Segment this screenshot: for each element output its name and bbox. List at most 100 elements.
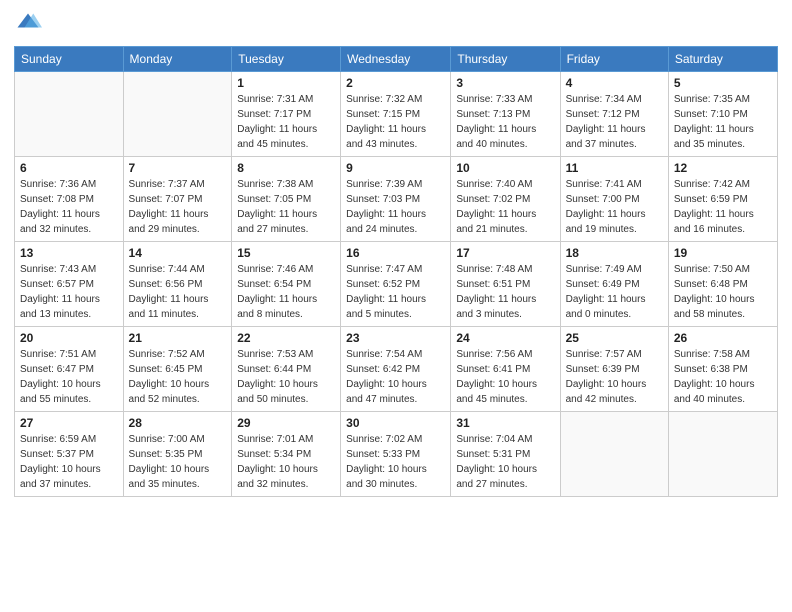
day-detail: Sunrise: 7:51 AMSunset: 6:47 PMDaylight:… bbox=[20, 347, 118, 407]
day-detail: Sunrise: 7:46 AMSunset: 6:54 PMDaylight:… bbox=[237, 262, 335, 322]
daylight-text: Daylight: 10 hours and 37 minutes. bbox=[20, 464, 101, 490]
sunset-text: Sunset: 7:10 PM bbox=[674, 109, 748, 120]
sunrise-text: Sunrise: 7:49 AM bbox=[566, 264, 642, 275]
day-detail: Sunrise: 7:35 AMSunset: 7:10 PMDaylight:… bbox=[674, 92, 772, 152]
calendar-cell: 12 Sunrise: 7:42 AMSunset: 6:59 PMDayligh… bbox=[668, 157, 777, 242]
sunrise-text: Sunrise: 7:48 AM bbox=[456, 264, 532, 275]
day-number: 12 bbox=[674, 161, 772, 175]
daylight-text: Daylight: 11 hours and 37 minutes. bbox=[566, 124, 646, 150]
day-detail: Sunrise: 7:41 AMSunset: 7:00 PMDaylight:… bbox=[566, 177, 663, 237]
calendar-page: SundayMondayTuesdayWednesdayThursdayFrid… bbox=[0, 0, 792, 612]
weekday-header-thursday: Thursday bbox=[451, 47, 560, 72]
calendar-cell: 10Sunrise: 7:40 AMSunset: 7:02 PMDayligh… bbox=[451, 157, 560, 242]
sunrise-text: Sunrise: 7:34 AM bbox=[566, 94, 642, 105]
day-detail: Sunrise: 7:42 AMSunset: 6:59 PMDaylight:… bbox=[674, 177, 772, 237]
sunrise-text: Sunrise: 7:00 AM bbox=[129, 434, 205, 445]
sunrise-text: Sunrise: 7:56 AM bbox=[456, 349, 532, 360]
daylight-text: Daylight: 11 hours and 29 minutes. bbox=[129, 209, 209, 235]
daylight-text: Daylight: 10 hours and 40 minutes. bbox=[674, 379, 755, 405]
day-detail: Sunrise: 7:40 AMSunset: 7:02 PMDaylight:… bbox=[456, 177, 554, 237]
sunset-text: Sunset: 7:07 PM bbox=[129, 194, 203, 205]
sunrise-text: Sunrise: 7:51 AM bbox=[20, 349, 96, 360]
sunrise-text: Sunrise: 7:38 AM bbox=[237, 179, 313, 190]
calendar-cell: 29Sunrise: 7:01 AMSunset: 5:34 PMDayligh… bbox=[232, 412, 341, 497]
weekday-header-tuesday: Tuesday bbox=[232, 47, 341, 72]
sunset-text: Sunset: 7:12 PM bbox=[566, 109, 640, 120]
calendar-cell: 18Sunrise: 7:49 AMSunset: 6:49 PMDayligh… bbox=[560, 242, 668, 327]
sunset-text: Sunset: 5:33 PM bbox=[346, 449, 420, 460]
sunrise-text: Sunrise: 7:58 AM bbox=[674, 349, 750, 360]
daylight-text: Daylight: 10 hours and 50 minutes. bbox=[237, 379, 318, 405]
sunset-text: Sunset: 6:56 PM bbox=[129, 279, 203, 290]
sunset-text: Sunset: 6:42 PM bbox=[346, 364, 420, 375]
day-detail: Sunrise: 7:54 AMSunset: 6:42 PMDaylight:… bbox=[346, 347, 445, 407]
sunrise-text: Sunrise: 7:40 AM bbox=[456, 179, 532, 190]
daylight-text: Daylight: 11 hours and 32 minutes. bbox=[20, 209, 100, 235]
sunrise-text: Sunrise: 7:57 AM bbox=[566, 349, 642, 360]
calendar-cell: 6Sunrise: 7:36 AMSunset: 7:08 PMDaylight… bbox=[15, 157, 124, 242]
sunset-text: Sunset: 6:52 PM bbox=[346, 279, 420, 290]
calendar-cell: 5 Sunrise: 7:35 AMSunset: 7:10 PMDaylight… bbox=[668, 72, 777, 157]
calendar-cell bbox=[123, 72, 232, 157]
daylight-text: Daylight: 11 hours and 40 minutes. bbox=[456, 124, 536, 150]
sunrise-text: Sunrise: 7:02 AM bbox=[346, 434, 422, 445]
day-number: 22 bbox=[237, 331, 335, 345]
sunset-text: Sunset: 6:38 PM bbox=[674, 364, 748, 375]
day-number: 2 bbox=[346, 76, 445, 90]
daylight-text: Daylight: 10 hours and 27 minutes. bbox=[456, 464, 537, 490]
day-number: 7 bbox=[129, 161, 227, 175]
sunrise-text: Sunrise: 7:54 AM bbox=[346, 349, 422, 360]
day-detail: Sunrise: 7:44 AMSunset: 6:56 PMDaylight:… bbox=[129, 262, 227, 322]
calendar-cell: 2 Sunrise: 7:32 AMSunset: 7:15 PMDaylight… bbox=[341, 72, 451, 157]
daylight-text: Daylight: 10 hours and 32 minutes. bbox=[237, 464, 318, 490]
calendar-table: SundayMondayTuesdayWednesdayThursdayFrid… bbox=[14, 46, 778, 497]
day-number: 23 bbox=[346, 331, 445, 345]
sunset-text: Sunset: 6:57 PM bbox=[20, 279, 94, 290]
sunset-text: Sunset: 5:35 PM bbox=[129, 449, 203, 460]
sunset-text: Sunset: 5:34 PM bbox=[237, 449, 311, 460]
day-number: 21 bbox=[129, 331, 227, 345]
day-detail: Sunrise: 7:00 AMSunset: 5:35 PMDaylight:… bbox=[129, 432, 227, 492]
calendar-cell: 14Sunrise: 7:44 AMSunset: 6:56 PMDayligh… bbox=[123, 242, 232, 327]
calendar-cell: 20Sunrise: 7:51 AMSunset: 6:47 PMDayligh… bbox=[15, 327, 124, 412]
sunset-text: Sunset: 6:59 PM bbox=[674, 194, 748, 205]
sunset-text: Sunset: 6:54 PM bbox=[237, 279, 311, 290]
calendar-cell: 16 Sunrise: 7:47 AMSunset: 6:52 PMDayligh… bbox=[341, 242, 451, 327]
day-number: 3 bbox=[456, 76, 554, 90]
sunset-text: Sunset: 6:47 PM bbox=[20, 364, 94, 375]
calendar-cell: 28Sunrise: 7:00 AMSunset: 5:35 PMDayligh… bbox=[123, 412, 232, 497]
calendar-cell: 22 Sunrise: 7:53 AMSunset: 6:44 PMDayligh… bbox=[232, 327, 341, 412]
day-detail: Sunrise: 7:04 AMSunset: 5:31 PMDaylight:… bbox=[456, 432, 554, 492]
day-number: 19 bbox=[674, 246, 772, 260]
day-number: 11 bbox=[566, 161, 663, 175]
sunrise-text: Sunrise: 7:43 AM bbox=[20, 264, 96, 275]
week-row-2: 6Sunrise: 7:36 AMSunset: 7:08 PMDaylight… bbox=[15, 157, 778, 242]
weekday-header-wednesday: Wednesday bbox=[341, 47, 451, 72]
day-detail: Sunrise: 7:50 AMSunset: 6:48 PMDaylight:… bbox=[674, 262, 772, 322]
sunrise-text: Sunrise: 7:50 AM bbox=[674, 264, 750, 275]
day-detail: Sunrise: 7:37 AMSunset: 7:07 PMDaylight:… bbox=[129, 177, 227, 237]
sunrise-text: Sunrise: 7:33 AM bbox=[456, 94, 532, 105]
day-detail: Sunrise: 7:32 AMSunset: 7:15 PMDaylight:… bbox=[346, 92, 445, 152]
day-number: 17 bbox=[456, 246, 554, 260]
sunset-text: Sunset: 6:51 PM bbox=[456, 279, 530, 290]
logo-icon bbox=[14, 10, 42, 38]
day-number: 16 bbox=[346, 246, 445, 260]
calendar-cell bbox=[668, 412, 777, 497]
daylight-text: Daylight: 10 hours and 45 minutes. bbox=[456, 379, 537, 405]
day-detail: Sunrise: 7:47 AMSunset: 6:52 PMDaylight:… bbox=[346, 262, 445, 322]
sunset-text: Sunset: 6:45 PM bbox=[129, 364, 203, 375]
week-row-1: 1Sunrise: 7:31 AMSunset: 7:17 PMDaylight… bbox=[15, 72, 778, 157]
calendar-cell: 21Sunrise: 7:52 AMSunset: 6:45 PMDayligh… bbox=[123, 327, 232, 412]
sunset-text: Sunset: 5:37 PM bbox=[20, 449, 94, 460]
sunrise-text: Sunrise: 7:39 AM bbox=[346, 179, 422, 190]
sunset-text: Sunset: 7:08 PM bbox=[20, 194, 94, 205]
day-detail: Sunrise: 7:53 AMSunset: 6:44 PMDaylight:… bbox=[237, 347, 335, 407]
day-number: 5 bbox=[674, 76, 772, 90]
sunset-text: Sunset: 7:15 PM bbox=[346, 109, 420, 120]
day-number: 31 bbox=[456, 416, 554, 430]
calendar-cell: 9Sunrise: 7:39 AMSunset: 7:03 PMDaylight… bbox=[341, 157, 451, 242]
calendar-cell: 11 Sunrise: 7:41 AMSunset: 7:00 PMDayligh… bbox=[560, 157, 668, 242]
sunset-text: Sunset: 6:41 PM bbox=[456, 364, 530, 375]
daylight-text: Daylight: 10 hours and 58 minutes. bbox=[674, 294, 755, 320]
